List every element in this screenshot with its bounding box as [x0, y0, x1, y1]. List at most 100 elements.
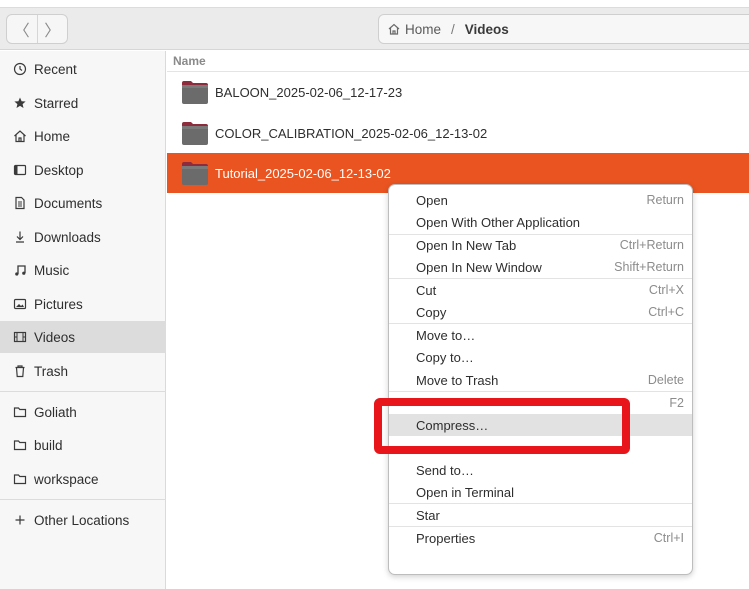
- menu-item-open[interactable]: Open Return: [389, 189, 692, 211]
- sidebar-divider: [0, 391, 166, 392]
- sidebar-item-recent[interactable]: Recent: [0, 53, 166, 85]
- sidebar-item-downloads[interactable]: Downloads: [0, 221, 166, 253]
- menu-item-accelerator: Return: [646, 193, 684, 207]
- sidebar-item-label: Pictures: [34, 296, 83, 312]
- folder-icon: [12, 404, 28, 420]
- breadcrumb-current[interactable]: Videos: [465, 22, 509, 37]
- breadcrumb-home-label: Home: [405, 21, 442, 37]
- sidebar-item-label: build: [34, 437, 63, 453]
- folder-icon: [12, 471, 28, 487]
- menu-item-accelerator: Ctrl+I: [653, 531, 684, 545]
- folder-icon: [181, 79, 209, 105]
- menu-item-move-to[interactable]: Move to…: [389, 324, 692, 346]
- sidebar-item-label: Trash: [34, 363, 69, 379]
- menu-item-label: Move to…: [416, 327, 476, 343]
- chevron-right-icon: 〉: [44, 23, 61, 40]
- file-name: COLOR_CALIBRATION_2025-02-06_12-13-02: [215, 125, 488, 141]
- star-icon: [12, 95, 28, 111]
- breadcrumb: Home / Videos: [378, 14, 749, 44]
- menu-item-properties[interactable]: Properties Ctrl+I: [389, 527, 692, 549]
- chevron-left-icon: 〈: [13, 23, 30, 40]
- sidebar-item-goliath[interactable]: Goliath: [0, 396, 166, 428]
- breadcrumb-home[interactable]: Home: [387, 22, 441, 37]
- menu-item-label: Open in Terminal: [416, 484, 515, 500]
- sidebar-item-label: Recent: [34, 61, 77, 77]
- menu-item-accelerator: Ctrl+C: [648, 305, 684, 319]
- sidebar-item-label: Desktop: [34, 162, 84, 178]
- back-button[interactable]: 〈: [7, 15, 37, 43]
- sidebar-item-starred[interactable]: Starred: [0, 87, 166, 119]
- sidebar-item-label: Videos: [34, 329, 76, 345]
- menu-item-label: Star: [416, 507, 440, 523]
- menu-item-label: Open In New Window: [416, 259, 542, 275]
- menu-item-label: Cut: [416, 282, 437, 298]
- sidebar-item-desktop[interactable]: Desktop: [0, 154, 166, 186]
- menu-item-accelerator: Ctrl+X: [648, 283, 684, 297]
- file-name: BALOON_2025-02-06_12-17-23: [215, 84, 403, 100]
- menu-item-label: Copy: [416, 304, 447, 320]
- sidebar-item-other-locations[interactable]: Other Locations: [0, 504, 166, 536]
- menu-item-accelerator: Ctrl+Return: [619, 238, 684, 252]
- menu-item-move-to-trash[interactable]: Move to Trash Delete: [389, 369, 692, 391]
- menu-item-send-to[interactable]: Send to…: [389, 459, 692, 481]
- sidebar-item-label: Starred: [34, 95, 79, 111]
- menu-item-open-in-terminal[interactable]: Open in Terminal: [389, 481, 692, 503]
- download-icon: [12, 229, 28, 245]
- sidebar-item-videos[interactable]: Videos: [0, 321, 166, 353]
- folder-icon: [12, 437, 28, 453]
- menu-item-label: Properties: [416, 530, 476, 546]
- sidebar-item-trash[interactable]: Trash: [0, 355, 166, 387]
- window-top-edge: [0, 0, 749, 8]
- menu-item-cut[interactable]: Cut Ctrl+X: [389, 279, 692, 301]
- trash-icon: [12, 363, 28, 379]
- plus-icon: [12, 512, 28, 528]
- menu-item-star[interactable]: Star: [389, 504, 692, 526]
- home-icon: [388, 23, 400, 35]
- sidebar-item-label: Documents: [34, 195, 103, 211]
- menu-item-accelerator: Delete: [647, 373, 684, 387]
- sidebar-item-home[interactable]: Home: [0, 120, 166, 152]
- sidebar-item-label: Downloads: [34, 229, 101, 245]
- forward-button[interactable]: 〉: [36, 15, 68, 43]
- column-header-name[interactable]: Name: [167, 51, 749, 72]
- sidebar-item-label: Home: [34, 128, 71, 144]
- file-row[interactable]: BALOON_2025-02-06_12-17-23: [167, 72, 749, 112]
- sidebar-item-build[interactable]: build: [0, 429, 166, 461]
- sidebar-item-label: workspace: [34, 471, 99, 487]
- menu-item-open-with[interactable]: Open With Other Application: [389, 211, 692, 233]
- menu-item-label: Send to…: [416, 462, 474, 478]
- annotation-highlight-box: [374, 398, 630, 454]
- file-name: Tutorial_2025-02-06_12-13-02: [215, 165, 391, 181]
- menu-item-label: Copy to…: [416, 349, 474, 365]
- pictures-icon: [12, 296, 28, 312]
- menu-item-open-new-tab[interactable]: Open In New Tab Ctrl+Return: [389, 234, 692, 256]
- menu-item-label: Move to Trash: [416, 372, 499, 388]
- file-row[interactable]: COLOR_CALIBRATION_2025-02-06_12-13-02: [167, 113, 749, 153]
- sidebar-item-label: Music: [34, 262, 70, 278]
- sidebar-item-workspace[interactable]: workspace: [0, 463, 166, 495]
- sidebar-item-pictures[interactable]: Pictures: [0, 288, 166, 320]
- sidebar-divider: [0, 499, 166, 500]
- sidebar-item-documents[interactable]: Documents: [0, 187, 166, 219]
- menu-item-copy[interactable]: Copy Ctrl+C: [389, 301, 692, 323]
- sidebar-item-label: Goliath: [34, 404, 77, 420]
- music-icon: [12, 262, 28, 278]
- menu-item-accelerator: F2: [669, 396, 684, 410]
- menu-item-label: Open: [416, 192, 448, 208]
- sidebar: Recent Starred Home Desktop Documents Do…: [0, 51, 166, 589]
- navigation-buttons: 〈 〉: [6, 14, 68, 44]
- document-icon: [12, 195, 28, 211]
- menu-item-accelerator: Shift+Return: [614, 260, 684, 274]
- menu-item-copy-to[interactable]: Copy to…: [389, 346, 692, 368]
- folder-icon: [181, 160, 209, 186]
- context-menu: Open Return Open With Other Application …: [388, 184, 693, 575]
- menu-item-label: Open In New Tab: [416, 237, 517, 253]
- menu-item-open-new-window[interactable]: Open In New Window Shift+Return: [389, 256, 692, 278]
- video-icon: [12, 329, 28, 345]
- clock-icon: [12, 61, 28, 77]
- menu-item-label: Open With Other Application: [416, 214, 581, 230]
- sidebar-item-label: Other Locations: [34, 512, 130, 528]
- home-icon: [12, 128, 28, 144]
- desktop-icon: [12, 162, 28, 178]
- sidebar-item-music[interactable]: Music: [0, 254, 166, 286]
